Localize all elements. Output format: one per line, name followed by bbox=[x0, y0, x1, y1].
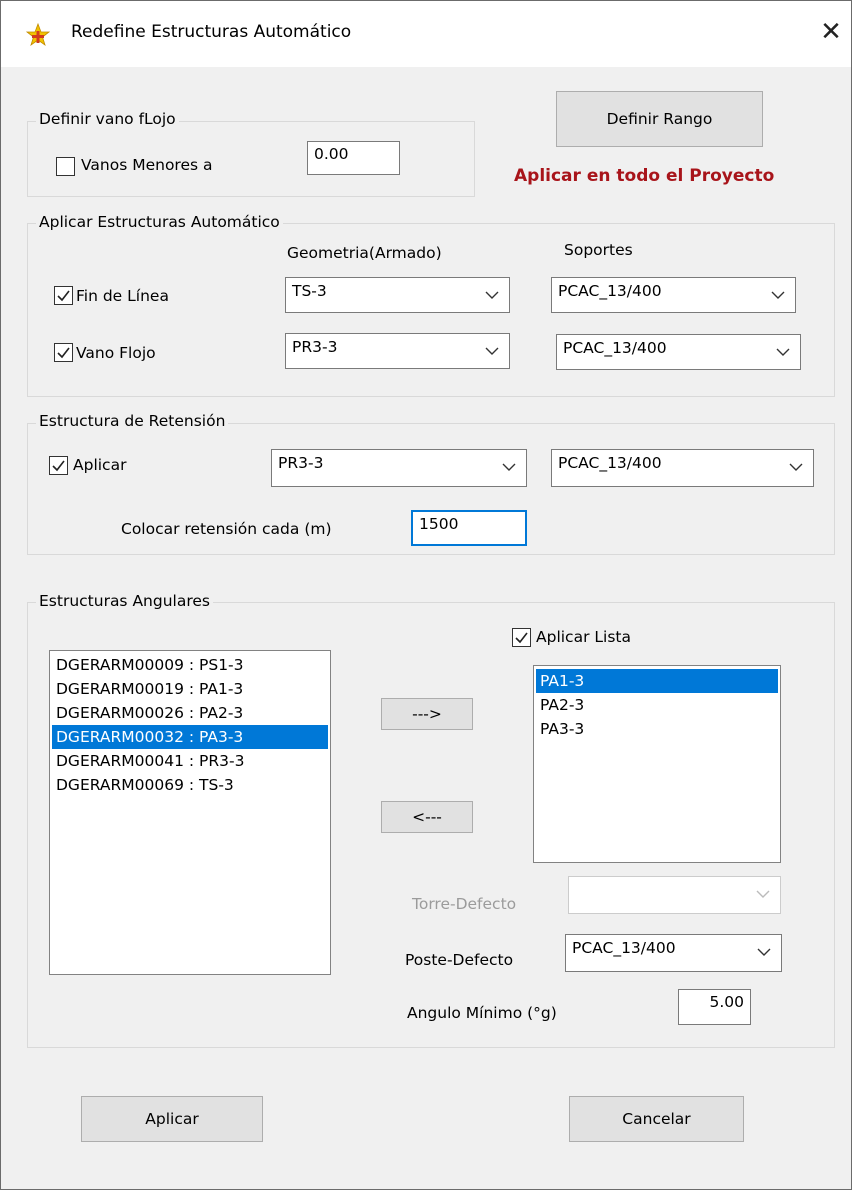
aplicar-lista-checkbox[interactable] bbox=[512, 628, 531, 647]
vanos-menores-checkbox[interactable] bbox=[56, 157, 75, 176]
fin-linea-geometria-select[interactable]: TS-3 bbox=[285, 277, 510, 313]
chevron-down-icon bbox=[756, 890, 770, 898]
fin-linea-label: Fin de Línea bbox=[76, 287, 169, 305]
aplicar-lista-label: Aplicar Lista bbox=[536, 628, 631, 646]
angulo-minimo-label: Angulo Mínimo (°g) bbox=[407, 1004, 557, 1022]
vano-flojo-soporte-value: PCAC_13/400 bbox=[563, 339, 667, 357]
chevron-down-icon bbox=[757, 948, 771, 956]
available-structures-list[interactable]: DGERARM00009 : PS1-3 DGERARM00019 : PA1-… bbox=[49, 650, 331, 975]
aplicar-button-label: Aplicar bbox=[145, 1110, 199, 1128]
add-to-list-label: ---> bbox=[412, 705, 442, 723]
list-item-selected[interactable]: PA1-3 bbox=[536, 669, 778, 693]
poste-defecto-label: Poste-Defecto bbox=[405, 951, 514, 969]
group-retension-label: Estructura de Retensión bbox=[36, 412, 229, 430]
fin-linea-soporte-value: PCAC_13/400 bbox=[558, 282, 662, 300]
vano-flojo-checkbox[interactable] bbox=[54, 343, 73, 362]
fin-linea-checkbox[interactable] bbox=[54, 286, 73, 305]
chevron-down-icon bbox=[789, 463, 803, 471]
remove-from-list-label: <--- bbox=[412, 808, 442, 826]
cancelar-button-label: Cancelar bbox=[622, 1110, 691, 1128]
retension-geometria-select[interactable]: PR3-3 bbox=[271, 449, 527, 487]
window-title: Redefine Estructuras Automático bbox=[71, 22, 352, 42]
title-bar: Redefine Estructuras Automático ✕ bbox=[1, 1, 851, 67]
retension-cada-label: Colocar retensión cada (m) bbox=[121, 520, 332, 538]
poste-defecto-select[interactable]: PCAC_13/400 bbox=[565, 934, 782, 972]
retension-soporte-value: PCAC_13/400 bbox=[558, 454, 662, 472]
chevron-down-icon bbox=[502, 463, 516, 471]
torre-defecto-label: Torre-Defecto bbox=[412, 895, 517, 913]
fin-linea-soporte-select[interactable]: PCAC_13/400 bbox=[551, 277, 796, 313]
check-icon bbox=[52, 460, 65, 472]
add-to-list-button[interactable]: ---> bbox=[381, 698, 473, 730]
angulo-minimo-input[interactable]: 5.00 bbox=[678, 989, 751, 1025]
aplicar-proyecto-text: Aplicar en todo el Proyecto bbox=[514, 166, 775, 186]
list-item-selected[interactable]: DGERARM00032 : PA3-3 bbox=[52, 725, 328, 749]
cancelar-button[interactable]: Cancelar bbox=[569, 1096, 744, 1142]
list-item[interactable]: DGERARM00069 : TS-3 bbox=[52, 773, 328, 797]
col-soportes-header: Soportes bbox=[564, 241, 633, 259]
col-geometria-header: Geometria(Armado) bbox=[287, 244, 442, 262]
fin-linea-geometria-value: TS-3 bbox=[292, 282, 327, 300]
retension-geometria-value: PR3-3 bbox=[278, 454, 324, 472]
close-icon[interactable]: ✕ bbox=[816, 15, 846, 49]
list-item[interactable]: DGERARM00009 : PS1-3 bbox=[52, 653, 328, 677]
check-icon bbox=[57, 290, 70, 302]
torre-defecto-select[interactable] bbox=[568, 876, 781, 914]
definir-rango-button[interactable]: Definir Rango bbox=[556, 91, 763, 147]
vano-flojo-geometria-value: PR3-3 bbox=[292, 338, 338, 356]
vano-flojo-soporte-select[interactable]: PCAC_13/400 bbox=[556, 334, 801, 370]
list-item[interactable]: PA2-3 bbox=[536, 693, 778, 717]
aplicar-button[interactable]: Aplicar bbox=[81, 1096, 263, 1142]
list-item[interactable]: DGERARM00019 : PA1-3 bbox=[52, 677, 328, 701]
group-automatico-label: Aplicar Estructuras Automático bbox=[36, 213, 283, 231]
chevron-down-icon bbox=[776, 348, 790, 356]
vanos-menores-input[interactable]: 0.00 bbox=[307, 141, 400, 175]
vano-flojo-label: Vano Flojo bbox=[76, 344, 156, 362]
group-vano-flojo-label: Definir vano fLojo bbox=[36, 110, 179, 128]
retension-aplicar-label: Aplicar bbox=[73, 456, 127, 474]
definir-rango-label: Definir Rango bbox=[606, 110, 713, 128]
chevron-down-icon bbox=[485, 347, 499, 355]
vanos-menores-label: Vanos Menores a bbox=[81, 156, 213, 174]
chevron-down-icon bbox=[771, 291, 785, 299]
retension-cada-input[interactable]: 1500 bbox=[411, 510, 527, 546]
retension-aplicar-checkbox[interactable] bbox=[49, 456, 68, 475]
group-angulares-label: Estructuras Angulares bbox=[36, 592, 213, 610]
list-item[interactable]: PA3-3 bbox=[536, 717, 778, 741]
list-item[interactable]: DGERARM00026 : PA2-3 bbox=[52, 701, 328, 725]
chevron-down-icon bbox=[485, 291, 499, 299]
retension-soporte-select[interactable]: PCAC_13/400 bbox=[551, 449, 814, 487]
vano-flojo-geometria-select[interactable]: PR3-3 bbox=[285, 333, 510, 369]
check-icon bbox=[57, 347, 70, 359]
check-icon bbox=[515, 632, 528, 644]
remove-from-list-button[interactable]: <--- bbox=[381, 801, 473, 833]
app-star-icon bbox=[26, 23, 50, 47]
dialog-window: Redefine Estructuras Automático ✕ Defini… bbox=[0, 0, 852, 1190]
applied-structures-list[interactable]: PA1-3 PA2-3 PA3-3 bbox=[533, 665, 781, 863]
poste-defecto-value: PCAC_13/400 bbox=[572, 939, 676, 957]
list-item[interactable]: DGERARM00041 : PR3-3 bbox=[52, 749, 328, 773]
